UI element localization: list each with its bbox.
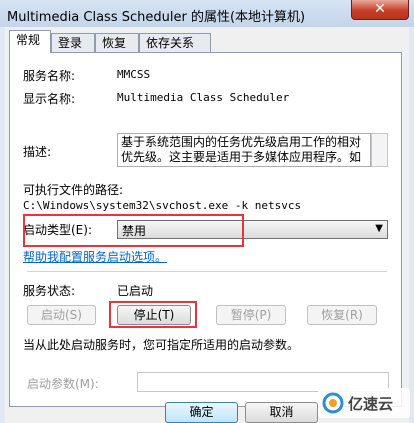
status-value: 已启动 bbox=[117, 284, 154, 298]
display-name-value: Multimedia Class Scheduler bbox=[117, 91, 290, 104]
exe-path-label: 可执行文件的路径: bbox=[23, 183, 124, 197]
status-label: 服务状态: bbox=[23, 284, 76, 298]
description-scrollbar[interactable] bbox=[371, 133, 388, 167]
watermark-text: 亿速云 bbox=[348, 394, 394, 413]
tab-general[interactable]: 常规 bbox=[9, 30, 51, 53]
description-text: 基于系统范围内的任务优先级启用工作的相对优先级。这主要是适用于多媒体应用程序。如… bbox=[121, 135, 362, 166]
title-bar: Multimedia Class Scheduler 的属性(本地计算机) ✕ bbox=[0, 0, 414, 27]
resume-button[interactable]: 恢复(R) bbox=[307, 305, 377, 325]
close-button[interactable]: ✕ bbox=[351, 0, 409, 20]
start-button[interactable]: 启动(S) bbox=[27, 305, 96, 325]
service-name-value: MMCSS bbox=[117, 68, 151, 81]
display-name-label: 显示名称: bbox=[23, 92, 76, 106]
general-panel: 服务名称: MMCSS 显示名称: Multimedia Class Sched… bbox=[9, 52, 402, 407]
divider bbox=[27, 271, 387, 272]
properties-window: Multimedia Class Scheduler 的属性(本地计算机) ✕ … bbox=[0, 0, 414, 423]
description-label: 描述: bbox=[23, 145, 52, 159]
tab-recovery[interactable]: 恢复 bbox=[95, 33, 139, 52]
service-name-label: 服务名称: bbox=[23, 69, 76, 83]
highlight-startup-type bbox=[23, 214, 244, 247]
dialog-client: 常规 登录 恢复 依存关系 服务名称: MMCSS 显示名称: Multimed… bbox=[5, 27, 409, 423]
start-params-label: 启动参数(M): bbox=[27, 377, 99, 391]
pause-button[interactable]: 暂停(P) bbox=[216, 305, 286, 325]
tab-logon[interactable]: 登录 bbox=[51, 33, 95, 52]
window-title: Multimedia Class Scheduler 的属性(本地计算机) bbox=[7, 10, 306, 25]
cancel-button[interactable]: 取消 bbox=[245, 402, 318, 423]
close-icon: ✕ bbox=[374, 1, 386, 17]
start-params-hint: 当从此处启动服务时，您可指定所适用的启动参数。 bbox=[23, 338, 300, 352]
chevron-down-icon: ▼ bbox=[375, 223, 383, 234]
ok-button[interactable]: 确定 bbox=[165, 402, 238, 423]
highlight-stop-button bbox=[109, 301, 197, 328]
help-link[interactable]: 帮助我配置服务启动选项。 bbox=[23, 248, 167, 265]
watermark: 亿速云 bbox=[318, 388, 410, 418]
description-field[interactable]: 基于系统范围内的任务优先级启用工作的相对优先级。这主要是适用于多媒体应用程序。如… bbox=[117, 133, 371, 167]
exe-path-value: C:\Windows\system32\svchost.exe -k netsv… bbox=[23, 199, 302, 212]
cloud-logo-icon bbox=[322, 392, 344, 414]
tab-dependencies[interactable]: 依存关系 bbox=[139, 33, 211, 52]
